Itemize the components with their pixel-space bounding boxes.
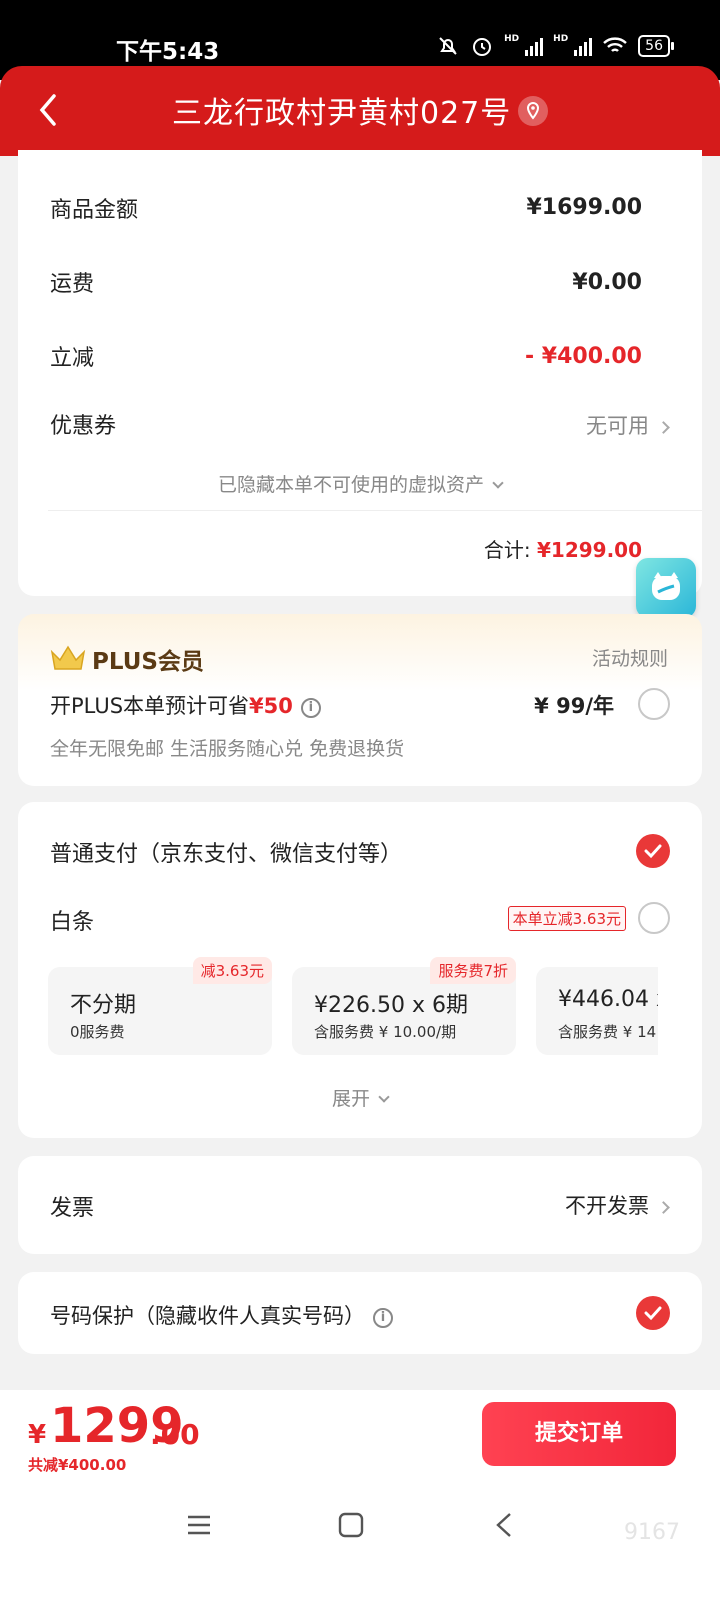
normal-payment-label[interactable]: 普通支付（京东支付、微信支付等） bbox=[50, 836, 402, 868]
discount-value: - ¥400.00 bbox=[525, 344, 642, 369]
installment-option[interactable]: 减3.63元 不分期 0服务费 bbox=[48, 957, 272, 1055]
signal-icon bbox=[525, 36, 544, 56]
plan-sub: 0服务费 bbox=[70, 1023, 125, 1041]
payment-card: 普通支付（京东支付、微信支付等） 白条 本单立减3.63元 减3.63元 不分期… bbox=[18, 802, 702, 1138]
normal-payment-check[interactable] bbox=[636, 834, 670, 868]
plus-title: PLUS会员 bbox=[92, 649, 204, 675]
coupon-value: 无可用 bbox=[586, 414, 649, 438]
plus-offer-text: 开PLUS本单预计可省 bbox=[50, 694, 250, 718]
privacy-row: 号码保护（隐藏收件人真实号码） i bbox=[50, 1300, 393, 1330]
hidden-assets-toggle[interactable]: 已隐藏本单不可使用的虚拟资产 bbox=[18, 470, 702, 497]
location-pin-icon[interactable] bbox=[518, 96, 548, 126]
subtotal-value: ¥1299.00 bbox=[536, 538, 642, 562]
checkmark-icon bbox=[644, 1306, 662, 1321]
privacy-check[interactable] bbox=[636, 1296, 670, 1330]
checkout-bar: ¥ 1299 .00 共减¥400.00 提交订单 9167 bbox=[0, 1390, 720, 1600]
chevron-right-icon bbox=[657, 420, 670, 434]
plus-benefits: 全年无限免邮 生活服务随心兑 免费退换货 bbox=[50, 738, 405, 760]
coupon-label[interactable]: 优惠券 bbox=[50, 408, 116, 440]
assistant-float-button[interactable] bbox=[636, 558, 696, 618]
total-decimal: .00 bbox=[150, 1418, 200, 1451]
wifi-icon bbox=[603, 37, 627, 52]
expand-text: 展开 bbox=[331, 1088, 370, 1110]
installment-option[interactable]: 服务费7折 ¥226.50 x 6期 含服务费 ¥ 10.00/期 bbox=[292, 957, 516, 1055]
plus-member-card: PLUS会员 活动规则 开PLUS本单预计可省¥50 i ¥ 99/年 全年无限免… bbox=[18, 614, 702, 786]
crown-icon bbox=[50, 645, 86, 670]
baitiao-discount-tag: 本单立减3.63元 bbox=[507, 906, 626, 931]
chevron-right-icon bbox=[657, 1200, 670, 1214]
back-arrow-icon[interactable] bbox=[34, 90, 64, 130]
info-icon[interactable]: i bbox=[373, 1308, 393, 1328]
alarm-icon bbox=[473, 38, 492, 56]
plus-price: ¥ 99/年 bbox=[534, 694, 614, 718]
installment-option[interactable]: ¥446.04 x 含服务费 ¥ 14 bbox=[536, 967, 658, 1055]
info-icon[interactable]: i bbox=[300, 698, 321, 718]
plan-sub: 含服务费 ¥ 10.00/期 bbox=[314, 1023, 457, 1041]
baitiao-radio[interactable] bbox=[638, 902, 670, 934]
total-saved: 共减¥400.00 bbox=[28, 1456, 127, 1474]
mute-bell-icon bbox=[439, 37, 457, 55]
price-summary-card: 商品金额 ¥1699.00 运费 ¥0.00 立减 - ¥400.00 优惠券 … bbox=[18, 150, 702, 596]
signal-icon bbox=[574, 36, 593, 56]
invoice-value: 不开发票 bbox=[565, 1194, 649, 1218]
goods-amount-value: ¥1699.00 bbox=[526, 195, 642, 220]
invoice-value-row[interactable]: 不开发票 bbox=[565, 1190, 670, 1220]
installment-clip: ¥446.04 x 含服务费 ¥ 14 bbox=[536, 967, 658, 1055]
status-time: 下午5:43 bbox=[116, 39, 220, 65]
hd-label: HD bbox=[553, 34, 569, 44]
discount-label: 立减 bbox=[50, 346, 95, 371]
chevron-down-icon bbox=[492, 477, 504, 489]
expand-toggle[interactable]: 展开 bbox=[18, 1084, 702, 1111]
invoice-label: 发票 bbox=[50, 1196, 95, 1221]
plan-main: ¥226.50 x 6期 bbox=[314, 993, 468, 1018]
status-icons: HD HD 56 bbox=[436, 34, 674, 58]
chevron-down-icon bbox=[378, 1091, 390, 1103]
number-protection-card: 号码保护（隐藏收件人真实号码） i bbox=[18, 1272, 702, 1354]
baitiao-label[interactable]: 白条 bbox=[50, 904, 94, 936]
activity-rules-link[interactable]: 活动规则 bbox=[592, 644, 668, 671]
plan-main: 不分期 bbox=[70, 993, 137, 1018]
home-nav-icon[interactable] bbox=[338, 1512, 364, 1538]
subtotal-label: 合计: bbox=[483, 538, 531, 562]
hd-label: HD bbox=[504, 34, 520, 44]
plan-main: ¥446.04 x bbox=[558, 987, 658, 1012]
address-header: 三龙行政村尹黄村027号 bbox=[0, 66, 720, 156]
menu-nav-icon[interactable] bbox=[186, 1512, 212, 1538]
plus-radio[interactable] bbox=[638, 688, 670, 720]
plus-offer-amount: ¥50 bbox=[249, 694, 293, 718]
plus-offer-row: 开PLUS本单预计可省¥50 i bbox=[50, 690, 321, 720]
shipping-value: ¥0.00 bbox=[572, 270, 642, 295]
battery-icon: 56 bbox=[638, 35, 674, 57]
address-title[interactable]: 三龙行政村尹黄村027号 bbox=[172, 88, 511, 132]
total-currency: ¥ bbox=[28, 1420, 47, 1450]
plan-badge: 减3.63元 bbox=[192, 957, 272, 984]
submit-order-button[interactable]: 提交订单 bbox=[482, 1402, 676, 1466]
coupon-row[interactable]: 无可用 bbox=[586, 410, 670, 440]
assistant-icon bbox=[652, 572, 680, 600]
back-nav-icon[interactable] bbox=[494, 1512, 514, 1538]
plan-badge: 服务费7折 bbox=[430, 957, 516, 984]
divider bbox=[48, 510, 702, 511]
checkmark-icon bbox=[644, 844, 662, 859]
privacy-label: 号码保护（隐藏收件人真实号码） bbox=[50, 1304, 365, 1328]
subtotal-row: 合计: ¥1299.00 bbox=[484, 534, 642, 563]
invoice-card[interactable]: 发票 不开发票 bbox=[18, 1156, 702, 1254]
plan-sub: 含服务费 ¥ 14 bbox=[558, 1023, 657, 1041]
shipping-label: 运费 bbox=[50, 272, 95, 297]
goods-amount-label: 商品金额 bbox=[50, 198, 139, 223]
hidden-assets-text: 已隐藏本单不可使用的虚拟资产 bbox=[217, 474, 484, 496]
watermark: 9167 bbox=[624, 1520, 680, 1545]
